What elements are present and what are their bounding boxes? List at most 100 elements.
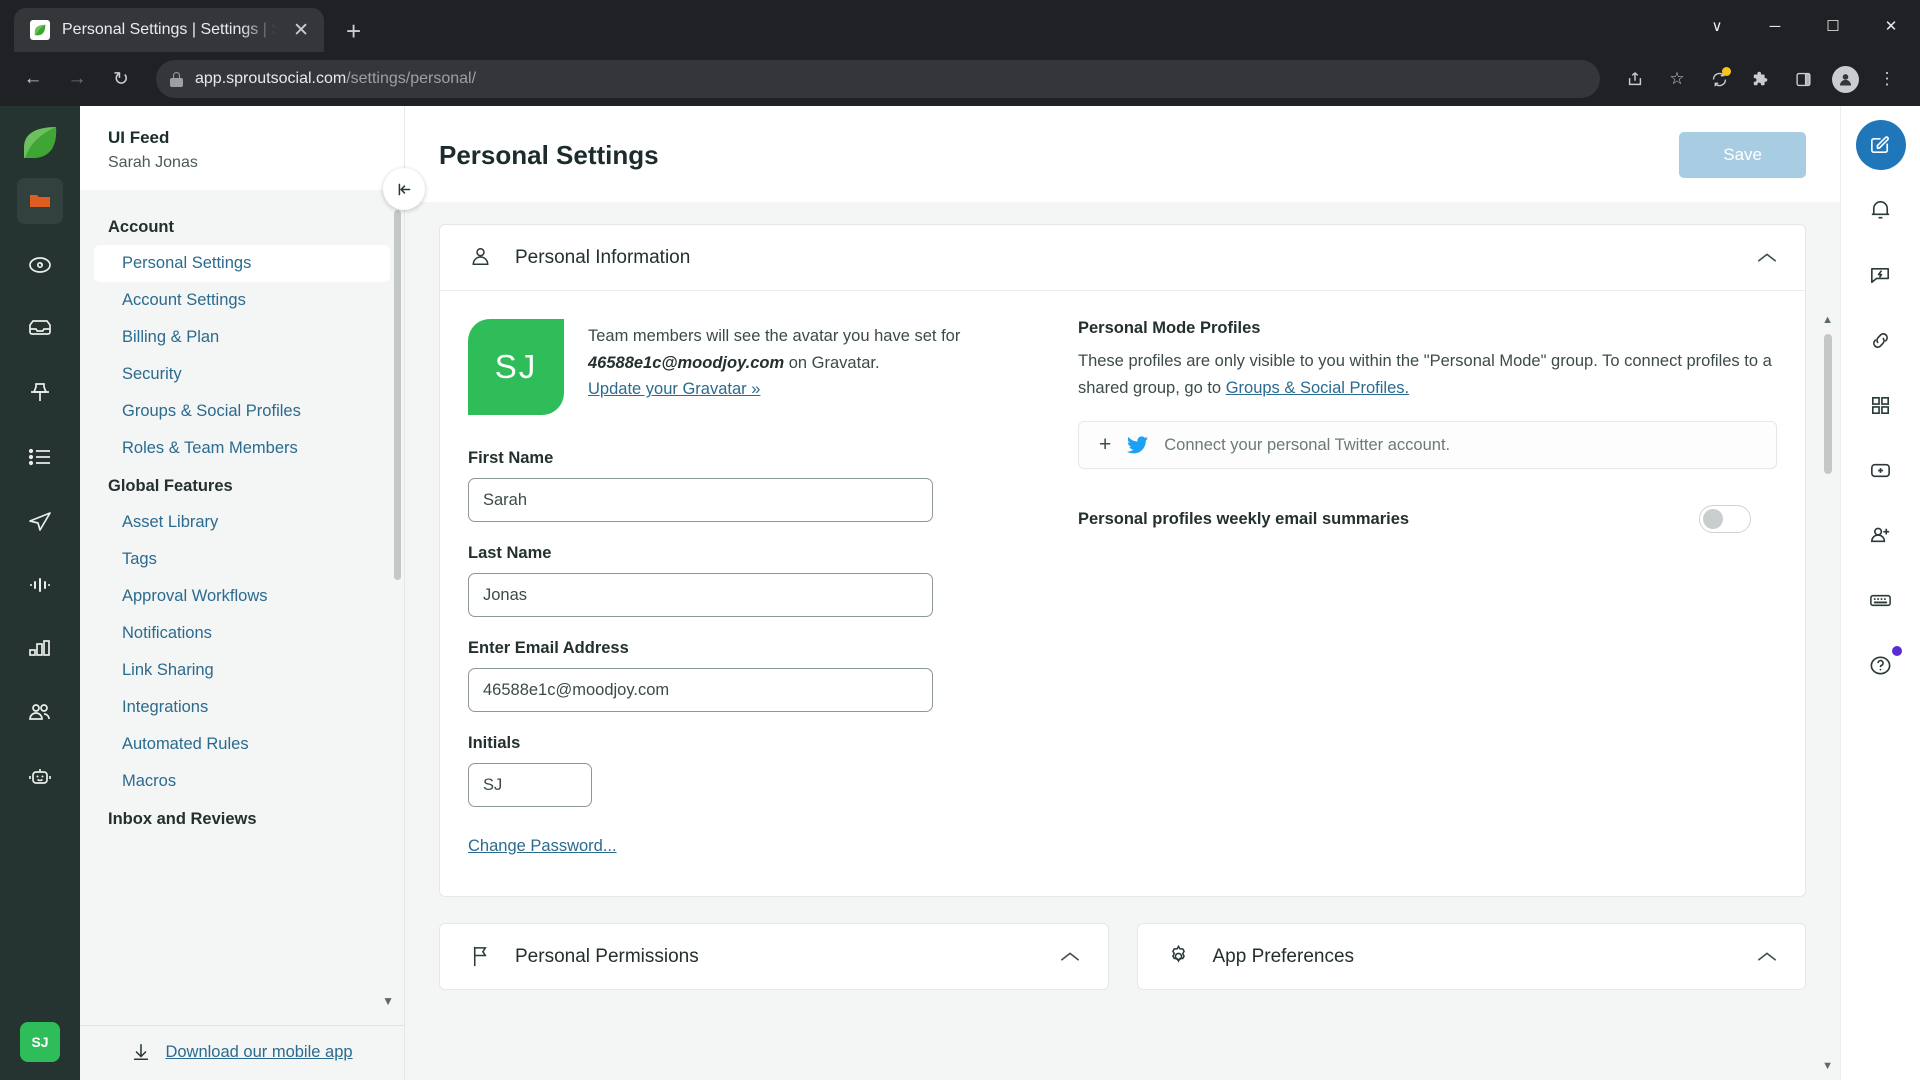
close-tab-icon[interactable]: ✕ xyxy=(288,18,314,43)
sidebar-item-link-sharing[interactable]: Link Sharing xyxy=(94,652,390,689)
sidebar-item-folder[interactable] xyxy=(17,178,63,224)
add-box-icon[interactable] xyxy=(1856,445,1906,495)
enter-email-address-input[interactable] xyxy=(468,668,933,712)
change-password-link[interactable]: Change Password... xyxy=(468,837,617,856)
chevron-down-icon[interactable]: ∨ xyxy=(1688,17,1746,35)
sidebar-item-macros[interactable]: Macros xyxy=(94,763,390,800)
send-icon[interactable] xyxy=(17,498,63,544)
sidebar-item-groups-social-profiles[interactable]: Groups & Social Profiles xyxy=(94,393,390,430)
personal-mode-title: Personal Mode Profiles xyxy=(1078,319,1261,337)
personal-mode-column: Personal Mode Profiles These profiles ar… xyxy=(1048,319,1777,856)
sidebar-item-notifications[interactable]: Notifications xyxy=(94,615,390,652)
last-name-input[interactable] xyxy=(468,573,933,617)
scroll-down-arrow-icon[interactable]: ▼ xyxy=(1822,1060,1833,1072)
sidebar-scrollbar[interactable] xyxy=(394,210,401,580)
bell-icon[interactable] xyxy=(1856,185,1906,235)
chevron-up-icon[interactable] xyxy=(1060,951,1080,963)
bookmark-star-icon[interactable]: ☆ xyxy=(1658,60,1696,98)
help-icon[interactable] xyxy=(1856,640,1906,690)
personal-mode-desc-text: These profiles are only visible to you w… xyxy=(1078,352,1772,397)
card-header[interactable]: Personal Permissions xyxy=(440,924,1108,989)
card-app-preferences: App Preferences xyxy=(1136,923,1806,990)
compose-icon[interactable] xyxy=(1855,120,1906,170)
personal-information-title: Personal Information xyxy=(515,246,691,268)
profile-avatar[interactable] xyxy=(1826,60,1864,98)
download-icon xyxy=(131,1042,151,1062)
sidebar-item-integrations[interactable]: Integrations xyxy=(94,689,390,726)
sidebar-item-security[interactable]: Security xyxy=(94,356,390,393)
sidebar-item-tags[interactable]: Tags xyxy=(94,541,390,578)
scroll-up-arrow-icon[interactable]: ▲ xyxy=(1822,314,1833,326)
gear-icon xyxy=(1166,944,1191,969)
notification-dot xyxy=(1891,646,1902,656)
twitter-icon xyxy=(1127,436,1149,454)
profile-avatar-initials: SJ xyxy=(468,319,564,415)
minimize-icon[interactable]: ─ xyxy=(1746,18,1804,35)
side-panel-icon[interactable] xyxy=(1784,60,1822,98)
field-label: Initials xyxy=(468,734,521,752)
sidebar-item-billing-plan[interactable]: Billing & Plan xyxy=(94,319,390,356)
main-scrollbar[interactable] xyxy=(1824,334,1832,474)
update-badge xyxy=(1722,67,1731,76)
address-bar[interactable]: app.sproutsocial.com/settings/personal/ xyxy=(156,60,1600,98)
initials-input[interactable] xyxy=(468,763,592,807)
add-person-icon[interactable] xyxy=(1856,510,1906,560)
compass-icon[interactable] xyxy=(17,242,63,288)
sidebar-item-roles-team-members[interactable]: Roles & Team Members xyxy=(94,430,390,467)
browser-menu-icon[interactable]: ⋮ xyxy=(1868,60,1906,98)
page-header: Personal Settings Save xyxy=(405,106,1840,202)
card-personal-permissions: Personal Permissions xyxy=(439,923,1109,990)
grid-icon[interactable] xyxy=(1856,380,1906,430)
browser-tabstrip: Personal Settings | Settings | Spr ✕ + ∨… xyxy=(0,0,1920,52)
card-header[interactable]: App Preferences xyxy=(1138,924,1806,989)
first-name-input[interactable] xyxy=(468,478,933,522)
collapse-sidebar-button[interactable] xyxy=(383,168,425,210)
message-bolt-icon[interactable] xyxy=(1856,250,1906,300)
sidebar-item-asset-library[interactable]: Asset Library xyxy=(94,504,390,541)
gravatar-description: Team members will see the avatar you hav… xyxy=(588,319,960,415)
close-window-icon[interactable]: ✕ xyxy=(1862,17,1920,35)
forward-icon[interactable]: → xyxy=(58,60,96,98)
browser-tab[interactable]: Personal Settings | Settings | Spr ✕ xyxy=(14,8,324,52)
sidebar-nav: Account Personal Settings Account Settings… xyxy=(80,190,404,1025)
extensions-puzzle-icon[interactable] xyxy=(1742,60,1780,98)
bot-icon[interactable] xyxy=(17,754,63,800)
browser-window: Personal Settings | Settings | Spr ✕ + ∨… xyxy=(0,0,1920,1080)
pulse-icon[interactable] xyxy=(17,562,63,608)
weekly-summaries-toggle[interactable] xyxy=(1699,505,1751,534)
gravatar-text-part-2: on Gravatar. xyxy=(784,353,880,372)
people-icon[interactable] xyxy=(17,690,63,736)
sidebar-item-personal-settings[interactable]: Personal Settings xyxy=(94,245,390,282)
back-icon[interactable]: ← xyxy=(14,60,52,98)
link-icon[interactable] xyxy=(1856,315,1906,365)
maximize-icon[interactable]: ☐ xyxy=(1804,17,1862,35)
download-mobile-app-link[interactable]: Download our mobile app xyxy=(165,1043,352,1062)
list-icon[interactable] xyxy=(17,434,63,480)
sidebar-item-automated-rules[interactable]: Automated Rules xyxy=(94,726,390,763)
sidebar-item-approval-workflows[interactable]: Approval Workflows xyxy=(94,578,390,615)
bar-chart-icon[interactable] xyxy=(17,626,63,672)
keyboard-icon[interactable] xyxy=(1856,575,1906,625)
extensions-update-icon[interactable] xyxy=(1700,60,1738,98)
new-tab-icon[interactable]: + xyxy=(346,18,361,44)
sidebar-group-title: Global Features xyxy=(108,477,233,495)
scroll-down-caret-icon[interactable]: ▼ xyxy=(382,994,394,1008)
personal-info-left-column: SJ Team members will see the avatar you … xyxy=(468,319,1028,856)
pin-icon[interactable] xyxy=(17,370,63,416)
sidebar-item-account-settings[interactable]: Account Settings xyxy=(94,282,390,319)
save-button[interactable]: Save xyxy=(1679,132,1806,178)
lock-icon xyxy=(170,71,183,87)
groups-social-profiles-link[interactable]: Groups & Social Profiles. xyxy=(1226,379,1409,397)
update-gravatar-link[interactable]: Update your Gravatar » xyxy=(588,380,760,398)
chevron-up-icon[interactable] xyxy=(1757,951,1777,963)
chevron-up-icon[interactable] xyxy=(1757,252,1777,264)
connect-twitter-button[interactable]: + Connect your personal Twitter account. xyxy=(1078,421,1777,470)
share-icon[interactable] xyxy=(1616,60,1654,98)
window-controls: ∨ ─ ☐ ✕ xyxy=(1688,0,1920,52)
personal-information-card-header[interactable]: Personal Information xyxy=(440,225,1805,291)
sprout-leaf-logo[interactable] xyxy=(17,120,63,166)
left-nav-rail: SJ xyxy=(0,106,80,1080)
user-avatar[interactable]: SJ xyxy=(20,1022,60,1062)
reload-icon[interactable]: ↻ xyxy=(102,60,140,98)
inbox-icon[interactable] xyxy=(17,306,63,352)
